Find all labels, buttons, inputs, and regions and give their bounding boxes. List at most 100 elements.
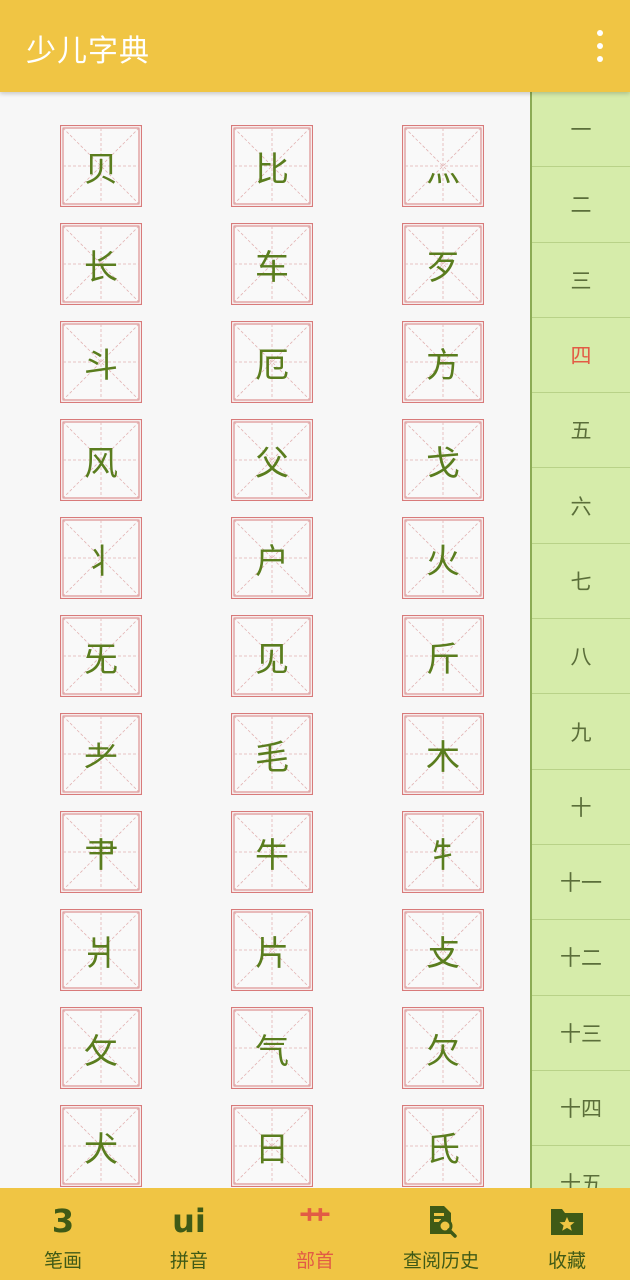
radical-cell[interactable]: 斤 <box>402 615 484 697</box>
tab-strokes[interactable]: 3 笔画 <box>0 1188 126 1280</box>
radical-cell[interactable]: 见 <box>231 615 313 697</box>
radical-character: 气 <box>255 1031 289 1072</box>
radical-cell[interactable]: 肀 <box>60 811 142 893</box>
stroke-number-icon: 3 <box>51 1202 75 1240</box>
stroke-count-item[interactable]: 十一 <box>532 845 630 921</box>
favorites-folder-icon <box>537 1196 597 1246</box>
radical-character: 风 <box>84 443 118 484</box>
radical-cell[interactable]: 牜 <box>402 811 484 893</box>
radical-character: 旡 <box>84 639 118 680</box>
radical-cell[interactable]: 旡 <box>60 615 142 697</box>
radical-character: 方 <box>426 345 460 386</box>
stroke-count-item[interactable]: 十 <box>532 770 630 845</box>
radical-character: 木 <box>426 737 460 778</box>
radical-cell[interactable]: 贝 <box>60 125 142 207</box>
radical-character: 肀 <box>84 835 118 876</box>
stroke-count-item[interactable]: 九 <box>532 694 630 770</box>
tab-favorites[interactable]: 收藏 <box>504 1188 630 1280</box>
stroke-count-index: 一二三四五六七八九十十一 十二 十三 十四 十五 <box>530 92 630 1188</box>
radical-character: 歹 <box>426 247 460 288</box>
radical-cell[interactable]: 车 <box>231 223 313 305</box>
radical-cell[interactable]: 犬 <box>60 1105 142 1187</box>
radical-character: 攵 <box>84 1031 118 1072</box>
radical-cell[interactable]: 厄 <box>231 321 313 403</box>
radical-cell[interactable]: 牛 <box>231 811 313 893</box>
radical-cell[interactable]: 片 <box>231 909 313 991</box>
stroke-count-item[interactable]: 十四 <box>532 1071 630 1147</box>
radical-character: 耂 <box>84 737 118 778</box>
radical-cell[interactable]: 丬 <box>60 517 142 599</box>
radical-cell[interactable]: 长 <box>60 223 142 305</box>
stroke-count-item[interactable]: 三 <box>532 243 630 318</box>
tab-label: 部首 <box>295 1250 334 1272</box>
radical-cell[interactable]: 比 <box>231 125 313 207</box>
radical-character: 日 <box>255 1129 289 1170</box>
pinyin-icon: ui <box>172 1202 206 1240</box>
radical-character: 灬 <box>426 149 460 190</box>
radical-character: 父 <box>255 443 289 484</box>
radical-cell[interactable]: 父 <box>231 419 313 501</box>
stroke-count-item[interactable]: 五 <box>532 393 630 469</box>
radical-character: 贝 <box>84 149 118 190</box>
tab-pinyin[interactable]: ui 拼音 <box>126 1188 252 1280</box>
radical-cell[interactable]: 斗 <box>60 321 142 403</box>
radical-cell[interactable]: 耂 <box>60 713 142 795</box>
radical-cell[interactable]: 风 <box>60 419 142 501</box>
radical-cell[interactable]: 灬 <box>402 125 484 207</box>
tab-radicals[interactable]: 艹 部首 <box>252 1188 378 1280</box>
radical-character: 丬 <box>84 541 118 582</box>
radical-grid: 贝 比 灬长 车 歹斗 厄 方风 父 戈丬 户 火旡 见 斤耂 毛 木肀 牛 牜爿 片 攴攵 气 欠犬 日 氏 <box>0 92 530 1188</box>
stroke-count-item[interactable]: 一 <box>532 92 630 168</box>
bottom-navigation: 3 笔画 ui 拼音 艹 部首 查阅历史 收藏 <box>0 1188 630 1280</box>
radical-character: 氏 <box>426 1129 460 1170</box>
radical-cell[interactable]: 户 <box>231 517 313 599</box>
radical-character: 见 <box>255 639 289 680</box>
tab-label: 收藏 <box>547 1250 586 1272</box>
radical-cell[interactable]: 歹 <box>402 223 484 305</box>
history-search-icon <box>411 1196 471 1246</box>
radical-cell[interactable]: 气 <box>231 1007 313 1089</box>
radical-character: 犬 <box>84 1129 118 1170</box>
radical-cell[interactable]: 攵 <box>60 1007 142 1089</box>
tab-history[interactable]: 查阅历史 <box>378 1188 504 1280</box>
radical-cell[interactable]: 方 <box>402 321 484 403</box>
app-title: 少儿字典 <box>26 34 150 69</box>
more-options-icon[interactable] <box>592 30 608 62</box>
radical-cell[interactable]: 攴 <box>402 909 484 991</box>
radical-cell[interactable]: 木 <box>402 713 484 795</box>
radical-character: 比 <box>255 149 289 190</box>
radical-character: 厄 <box>255 345 289 386</box>
stroke-count-item[interactable]: 二 <box>532 167 630 243</box>
radical-character: 斗 <box>84 345 118 386</box>
radical-cell[interactable]: 戈 <box>402 419 484 501</box>
radical-character: 攴 <box>426 933 460 974</box>
radical-character: 片 <box>255 933 289 974</box>
radical-cell[interactable]: 氏 <box>402 1105 484 1187</box>
stroke-count-item[interactable]: 十五 <box>532 1146 630 1188</box>
tab-label: 笔画 <box>43 1250 82 1272</box>
radical-character: 牛 <box>255 835 289 876</box>
radical-character: 毛 <box>255 737 289 778</box>
radical-cell[interactable]: 欠 <box>402 1007 484 1089</box>
tab-label: 查阅历史 <box>402 1250 479 1272</box>
radical-cell[interactable]: 毛 <box>231 713 313 795</box>
radical-character: 爿 <box>84 933 118 974</box>
tab-label: 拼音 <box>169 1250 208 1272</box>
radical-character: 火 <box>426 541 460 582</box>
stroke-count-item[interactable]: 十二 <box>532 920 630 996</box>
radical-character: 车 <box>255 247 289 288</box>
radical-character: 斤 <box>426 639 460 680</box>
stroke-count-item[interactable]: 八 <box>532 619 630 695</box>
radical-character: 长 <box>84 247 118 288</box>
stroke-count-item[interactable]: 四 <box>532 318 630 394</box>
radical-cell[interactable]: 火 <box>402 517 484 599</box>
radical-cell[interactable]: 日 <box>231 1105 313 1187</box>
radical-character: 戈 <box>426 443 460 484</box>
radical-character: 欠 <box>426 1031 460 1072</box>
radical-character: 牜 <box>426 835 460 876</box>
radical-icon: 艹 <box>298 1204 331 1242</box>
stroke-count-item[interactable]: 七 <box>532 544 630 620</box>
stroke-count-item[interactable]: 十三 <box>532 996 630 1071</box>
stroke-count-item[interactable]: 六 <box>532 468 630 544</box>
radical-cell[interactable]: 爿 <box>60 909 142 991</box>
